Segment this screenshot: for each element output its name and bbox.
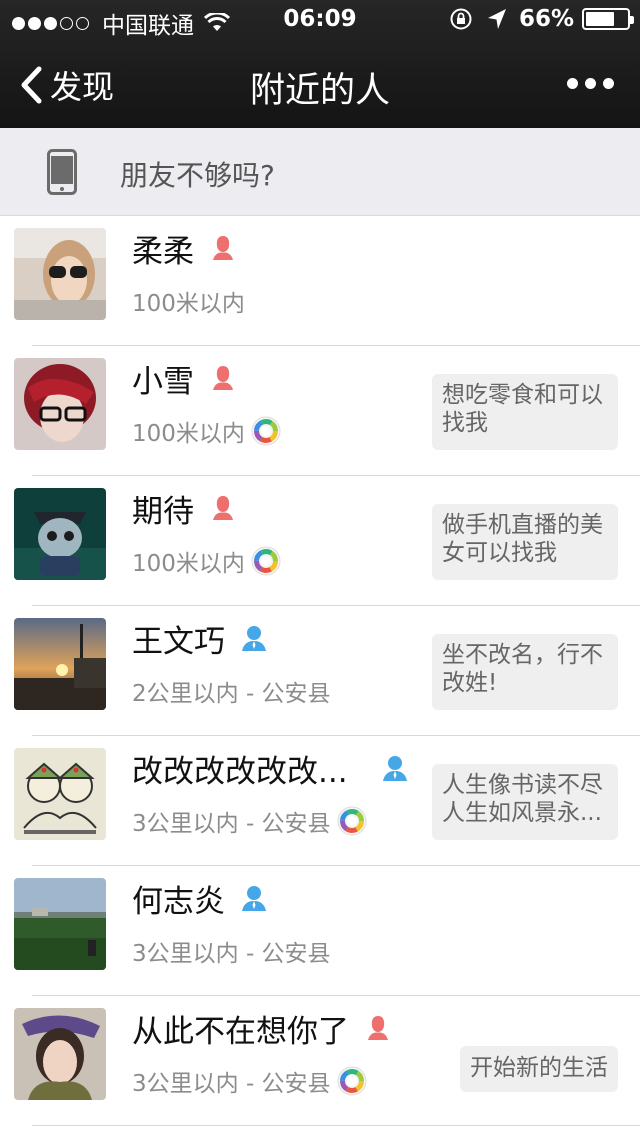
- male-icon: [242, 626, 266, 651]
- avatar: [14, 228, 106, 320]
- signature-bubble: 想吃零食和可以找我: [432, 374, 618, 450]
- find-friends-banner[interactable]: 朋友不够吗?: [0, 128, 640, 216]
- moments-icon: [251, 416, 281, 446]
- avatar: [14, 358, 106, 450]
- banner-text: 朋友不够吗?: [120, 159, 275, 192]
- people-list: 柔柔 100米以内 小雪 100米以内 想吃零食和可以找我 期待 100米以内 …: [0, 216, 640, 1126]
- distance-label: 100米以内: [132, 421, 245, 447]
- list-item[interactable]: 何志炎 3公里以内 - 公安县: [0, 866, 640, 996]
- female-icon: [213, 236, 233, 260]
- male-icon: [382, 756, 407, 781]
- location-arrow-icon: [487, 9, 506, 29]
- moments-icon: [337, 1066, 367, 1096]
- list-item[interactable]: 期待 100米以内 做手机直播的美女可以找我: [0, 476, 640, 606]
- list-item[interactable]: 小雪 100米以内 想吃零食和可以找我: [0, 346, 640, 476]
- avatar: [14, 748, 106, 840]
- battery-percent: 66%: [518, 6, 574, 32]
- avatar: [14, 618, 106, 710]
- female-icon: [213, 366, 233, 390]
- signature-bubble: 开始新的生活: [460, 1046, 618, 1092]
- female-icon: [213, 496, 233, 520]
- rotation-lock-icon: [450, 8, 472, 30]
- person-name: 改改改改改改...: [132, 753, 348, 790]
- avatar: [14, 1008, 106, 1100]
- distance-label: 3公里以内 - 公安县: [132, 1071, 331, 1097]
- page-title: 附近的人: [249, 71, 390, 111]
- navigation-bar: 发现 附近的人: [0, 40, 640, 128]
- list-item[interactable]: 王文巧 2公里以内 - 公安县 坐不改名，行不改姓!: [0, 606, 640, 736]
- distance-label: 100米以内: [132, 291, 245, 317]
- signature-bubble: 人生像书读不尽人生如风景永...: [432, 764, 618, 840]
- signature-bubble: 做手机直播的美女可以找我: [432, 504, 618, 580]
- person-name: 何志炎: [132, 883, 225, 920]
- distance-label: 2公里以内 - 公安县: [132, 681, 331, 707]
- moments-icon: [337, 806, 367, 836]
- battery-icon: [582, 8, 634, 30]
- distance-label: 3公里以内 - 公安县: [132, 941, 331, 967]
- distance-label: 100米以内: [132, 551, 245, 577]
- signature-bubble: 坐不改名，行不改姓!: [432, 634, 618, 710]
- person-name: 期待: [132, 493, 194, 530]
- male-icon: [242, 886, 266, 911]
- moments-icon: [251, 546, 281, 576]
- avatar: [14, 488, 106, 580]
- top-bar: 中国联通 06:09 66% 发现 附近的人: [0, 0, 640, 128]
- list-item[interactable]: 改改改改改改... 3公里以内 - 公安县 人生像书读不尽人生如风景永...: [0, 736, 640, 866]
- more-options-button[interactable]: [560, 66, 614, 100]
- person-name: 从此不在想你了: [132, 1013, 349, 1050]
- more-dots-icon: [567, 77, 578, 89]
- person-name: 王文巧: [132, 623, 225, 660]
- list-item[interactable]: 从此不在想你了 3公里以内 - 公安县 开始新的生活: [0, 996, 640, 1126]
- list-item[interactable]: 柔柔 100米以内: [0, 216, 640, 346]
- distance-label: 3公里以内 - 公安县: [132, 811, 331, 837]
- avatar: [14, 878, 106, 970]
- status-bar: 中国联通 06:09 66%: [0, 0, 640, 40]
- person-name: 柔柔: [132, 233, 194, 270]
- person-name: 小雪: [132, 363, 194, 400]
- phone-icon: [47, 149, 77, 195]
- female-icon: [368, 1016, 388, 1040]
